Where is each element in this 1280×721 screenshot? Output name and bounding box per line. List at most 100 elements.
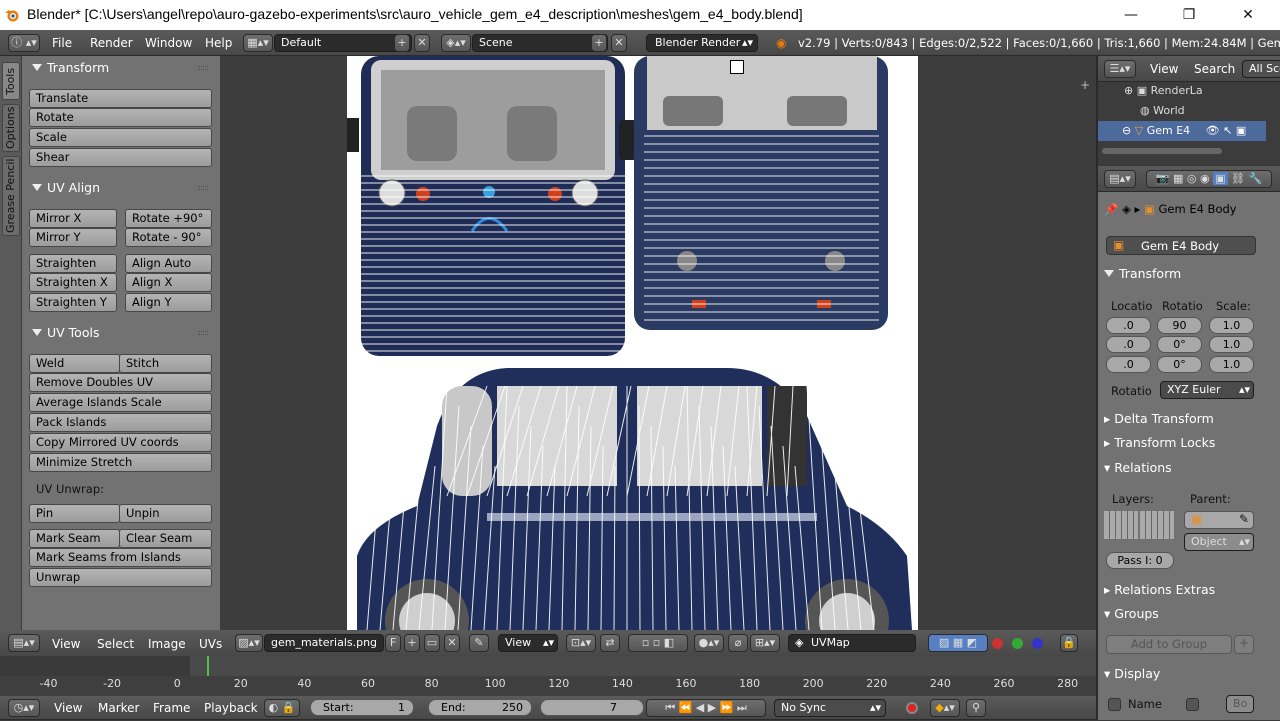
pack-islands-button[interactable]: Pack Islands (29, 413, 212, 432)
proportional-edit-icon[interactable]: ●▴▾ (694, 634, 724, 652)
timeline-menu-playback[interactable]: Playback (204, 695, 258, 721)
layers-grid-1[interactable] (1104, 511, 1138, 539)
average-islands-scale-button[interactable]: Average Islands Scale (29, 393, 212, 412)
pivot-icon[interactable]: ⊡▴▾ (566, 634, 596, 652)
timeline-menu-frame[interactable]: Frame (153, 695, 190, 721)
add-panel-plus-icon[interactable]: + (1080, 78, 1090, 92)
uv-menu-view[interactable]: View (52, 631, 80, 657)
unlink-image-icon[interactable]: ✕ (444, 634, 460, 652)
preview-range-icons[interactable]: ◐ 🔒 (264, 699, 300, 717)
scale-z-field[interactable]: 1.0 (1209, 356, 1254, 373)
close-window-button[interactable]: ✕ (1225, 0, 1271, 30)
uv-menu-select[interactable]: Select (97, 631, 134, 657)
menu-window[interactable]: Window (145, 30, 192, 56)
layers-grid-2[interactable] (1140, 511, 1174, 539)
sync-mode-select[interactable]: No Sync ▴▾ (774, 699, 886, 717)
scale-button[interactable]: Scale (29, 128, 212, 147)
timeline-menu-marker[interactable]: Marker (98, 695, 139, 721)
snap-icon[interactable]: ⌀ (728, 634, 748, 652)
rotation-x-field[interactable]: 90 (1157, 317, 1202, 334)
outliner-menu-view[interactable]: View (1150, 56, 1178, 82)
image-name-field[interactable]: gem_materials.png (264, 634, 384, 652)
tab-tools[interactable]: Tools (2, 62, 20, 100)
properties-context-tabs[interactable]: 📷 ▦ ◎ ◉ ▣ ⛓ 🔧 (1146, 170, 1272, 188)
panel-uv-align-header[interactable]: UV Align (24, 178, 218, 198)
remove-doubles-uv-button[interactable]: Remove Doubles UV (29, 373, 212, 392)
playback-controls[interactable]: ⏮ ⏪ ◀ ▶ ⏩ ⏭ (646, 699, 766, 717)
grip-icon[interactable] (198, 186, 208, 190)
unwrap-button[interactable]: Unwrap (29, 568, 212, 587)
bounds-checkbox[interactable] (1186, 698, 1199, 711)
fake-user-button[interactable]: F (385, 634, 401, 652)
remove-scene-icon[interactable]: ✕ (611, 34, 627, 52)
display-mode-select[interactable]: All Sce (1242, 60, 1280, 78)
scene-icon[interactable]: ◈▴▾ (441, 34, 471, 52)
parent-field[interactable]: ▣ ✎ (1184, 511, 1254, 529)
unpin-button[interactable]: Unpin (119, 504, 212, 523)
straighten-button[interactable]: Straighten (29, 254, 117, 273)
open-image-icon[interactable]: ▭ (424, 634, 440, 652)
red-channel-icon[interactable] (992, 638, 1003, 649)
area-divider[interactable] (1096, 56, 1098, 720)
new-image-icon[interactable]: + (404, 634, 420, 652)
menu-help[interactable]: Help (205, 30, 232, 56)
add-screen-icon[interactable]: + (394, 34, 410, 52)
keyframe-icon[interactable]: ⚲ (966, 699, 986, 717)
blue-channel-icon[interactable] (1032, 638, 1043, 649)
image-channel-icons[interactable]: ▨ ▦ ◩ (928, 634, 988, 652)
view-mode-select[interactable]: View ▴▾ (498, 634, 558, 652)
sync-selection-icon[interactable]: ⇄ (600, 634, 620, 652)
visibility-eye-icon[interactable]: 👁 (1206, 124, 1220, 137)
outliner[interactable]: ⊕ ▣ RenderLa ◍ World ⊖ ▽ Gem E4 👁 ↖ ▣ (1098, 82, 1280, 164)
select-arrow-icon[interactable]: ↖ (1223, 124, 1232, 137)
rotate-button[interactable]: Rotate (29, 108, 212, 127)
expand-plus-icon[interactable]: ⊕ (1124, 84, 1133, 97)
select-mode-icons[interactable]: ▫ ▫ ◧ (628, 634, 688, 652)
relations-panel-header[interactable]: ▾ Relations (1104, 458, 1254, 478)
transform-locks-panel-header[interactable]: ▸ Transform Locks (1104, 433, 1254, 453)
bounds-type-select[interactable]: Bo (1226, 695, 1254, 713)
editor-type-timeline-icon[interactable]: ◷▴▾ (8, 699, 40, 717)
rotation-y-field[interactable]: 0° (1157, 336, 1202, 353)
stitch-button[interactable]: Stitch (119, 354, 212, 373)
panel-transform-header[interactable]: Transform (24, 58, 218, 78)
remove-screen-icon[interactable]: ✕ (414, 34, 430, 52)
timeline[interactable] (0, 656, 1096, 696)
outliner-item-gem-e4[interactable]: ⊖ ▽ Gem E4 👁 ↖ ▣ (1122, 124, 1246, 137)
editor-type-uv-icon[interactable]: ▤▴▾ (8, 634, 40, 652)
outliner-menu-search[interactable]: Search (1194, 56, 1235, 82)
image-browse-icon[interactable]: ▨▴▾ (235, 634, 263, 652)
menu-render[interactable]: Render (90, 30, 133, 56)
add-group-plus-icon[interactable]: + (1234, 635, 1254, 654)
pass-index-field[interactable]: Pass I: 0 (1106, 552, 1174, 569)
outliner-item-renderlayers[interactable]: ⊕ ▣ RenderLa (1124, 84, 1203, 97)
tab-grease-pencil[interactable]: Grease Pencil (2, 156, 20, 236)
start-frame-field[interactable]: Start: 1 (310, 699, 414, 716)
render-camera-icon[interactable]: ▣ (1236, 124, 1246, 137)
snap-target-icon[interactable]: ⊞▴▾ (750, 634, 780, 652)
display-panel-header[interactable]: ▾ Display (1104, 664, 1254, 684)
lock-icon[interactable]: 🔒 (1060, 634, 1078, 652)
clear-seam-button[interactable]: Clear Seam (119, 529, 212, 548)
eyedropper-icon[interactable]: ✎ (1239, 512, 1249, 526)
uv-menu-uvs[interactable]: UVs (199, 631, 222, 657)
editor-type-properties-icon[interactable]: ▤▴▾ (1104, 170, 1136, 188)
keying-set-icon[interactable]: ◆▴▾ (930, 699, 960, 717)
name-checkbox[interactable] (1108, 698, 1121, 711)
location-x-field[interactable]: .0 (1106, 317, 1151, 334)
align-auto-button[interactable]: Align Auto (125, 254, 212, 273)
groups-panel-header[interactable]: ▾ Groups (1104, 604, 1254, 624)
transform-panel-header[interactable]: Transform (1104, 264, 1254, 284)
location-z-field[interactable]: .0 (1106, 356, 1151, 373)
collapse-minus-icon[interactable]: ⊖ (1122, 124, 1131, 137)
rotation-z-field[interactable]: 0° (1157, 356, 1202, 373)
record-icon[interactable] (906, 702, 918, 714)
uv-menu-image[interactable]: Image (148, 631, 186, 657)
add-to-group-button[interactable]: Add to Group (1106, 635, 1232, 654)
screen-layout-icon[interactable]: ▦▴▾ (243, 34, 273, 52)
screen-layout-field[interactable]: Default (274, 34, 412, 52)
weld-button[interactable]: Weld (29, 354, 120, 373)
scene-field[interactable]: Scene (472, 34, 608, 52)
uv-map-field[interactable]: ◈ UVMap (788, 634, 916, 652)
pin-image-icon[interactable]: ✎ (469, 634, 489, 652)
